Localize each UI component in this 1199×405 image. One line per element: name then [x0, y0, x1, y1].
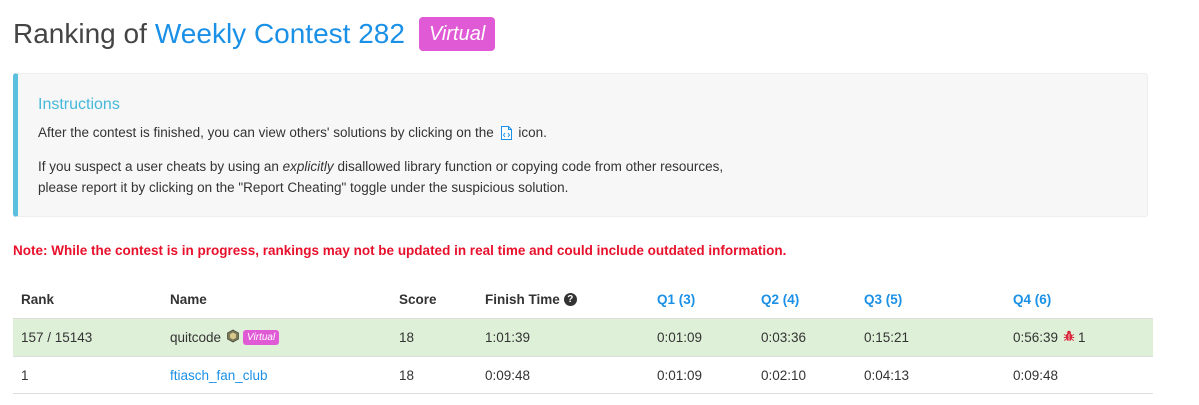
column-header-q1[interactable]: Q1 (3): [657, 280, 695, 318]
question-circle-icon[interactable]: ?: [563, 292, 577, 306]
instructions-line-3: please report it by clicking on the "Rep…: [38, 180, 569, 195]
name-cell: quitcode Virtual: [170, 319, 280, 356]
q4-time-cell: 0:09:48: [1013, 367, 1059, 383]
instructions-heading: Instructions: [38, 96, 120, 113]
username: quitcode: [170, 330, 222, 345]
page-title: Ranking of Weekly Contest 282 Virtual: [13, 14, 496, 54]
q2-time-cell: 0:03:36: [761, 330, 807, 345]
solution-code-icon: [500, 126, 513, 146]
finish-time-cell: 1:01:39: [485, 330, 531, 345]
ranking-table: Rank Name Score Finish Time ? Q1 (3) Q2 …: [13, 280, 1153, 394]
instructions-line-1-text: After the contest is finished, you can v…: [38, 125, 494, 140]
medal-icon: [226, 329, 240, 346]
instructions-line-2-emphasis: explicitly: [282, 159, 334, 174]
bug-icon: [1063, 330, 1075, 345]
column-header-finish-time: Finish Time ?: [485, 280, 577, 318]
q3-time-cell: 0:04:13: [864, 367, 910, 383]
contest-name-link[interactable]: Weekly Contest 282: [155, 14, 405, 54]
column-header-q3[interactable]: Q3 (5): [864, 280, 902, 318]
q2-time-cell: 0:02:10: [761, 367, 807, 383]
column-header-name: Name: [170, 291, 207, 307]
virtual-badge-small: Virtual: [243, 330, 280, 345]
column-header-rank: Rank: [21, 291, 55, 307]
progress-note: Note: While the contest is in progress, …: [13, 243, 787, 258]
column-header-q4[interactable]: Q4 (6): [1013, 280, 1051, 318]
finish-time-cell: 0:09:48: [485, 367, 531, 383]
ranking-page: Ranking of Weekly Contest 282 Virtual In…: [0, 0, 1199, 405]
wrong-submission-count: 1: [1078, 330, 1086, 345]
table-row: 1 ftiasch_fan_club 18 0:09:48 0:01:09 0:…: [13, 356, 1153, 394]
rank-cell: 157 / 15143: [21, 330, 93, 345]
table-row: 157 / 15143 quitcode Virtual 18 1:01:39 …: [13, 318, 1153, 356]
instructions-line-1: After the contest is finished, you can v…: [38, 123, 547, 146]
column-header-score: Score: [399, 291, 437, 307]
q3-time-cell: 0:15:21: [864, 330, 910, 345]
finish-time-label: Finish Time: [485, 291, 560, 307]
table-header-row: Rank Name Score Finish Time ? Q1 (3) Q2 …: [13, 280, 1153, 318]
instructions-line-2-start: If you suspect a user cheats by using an: [38, 159, 279, 174]
score-cell: 18: [399, 330, 415, 345]
column-header-q2[interactable]: Q2 (4): [761, 280, 799, 318]
q4-time-cell: 0:56:39 1: [1013, 319, 1086, 356]
instructions-line-2: If you suspect a user cheats by using an…: [38, 157, 723, 177]
virtual-badge: Virtual: [418, 17, 496, 51]
instructions-panel: Instructions After the contest is finish…: [13, 73, 1148, 217]
instructions-line-1-end: icon.: [518, 125, 547, 140]
title-prefix: Ranking of: [13, 18, 147, 49]
name-cell: ftiasch_fan_club: [170, 357, 268, 393]
instructions-line-2-end: disallowed library function or copying c…: [337, 159, 724, 174]
rank-cell: 1: [21, 367, 29, 383]
q1-time-cell: 0:01:09: [657, 330, 703, 345]
score-cell: 18: [399, 367, 415, 383]
username-link[interactable]: ftiasch_fan_club: [170, 368, 268, 383]
q4-time: 0:56:39: [1013, 330, 1059, 345]
q1-time-cell: 0:01:09: [657, 367, 703, 383]
